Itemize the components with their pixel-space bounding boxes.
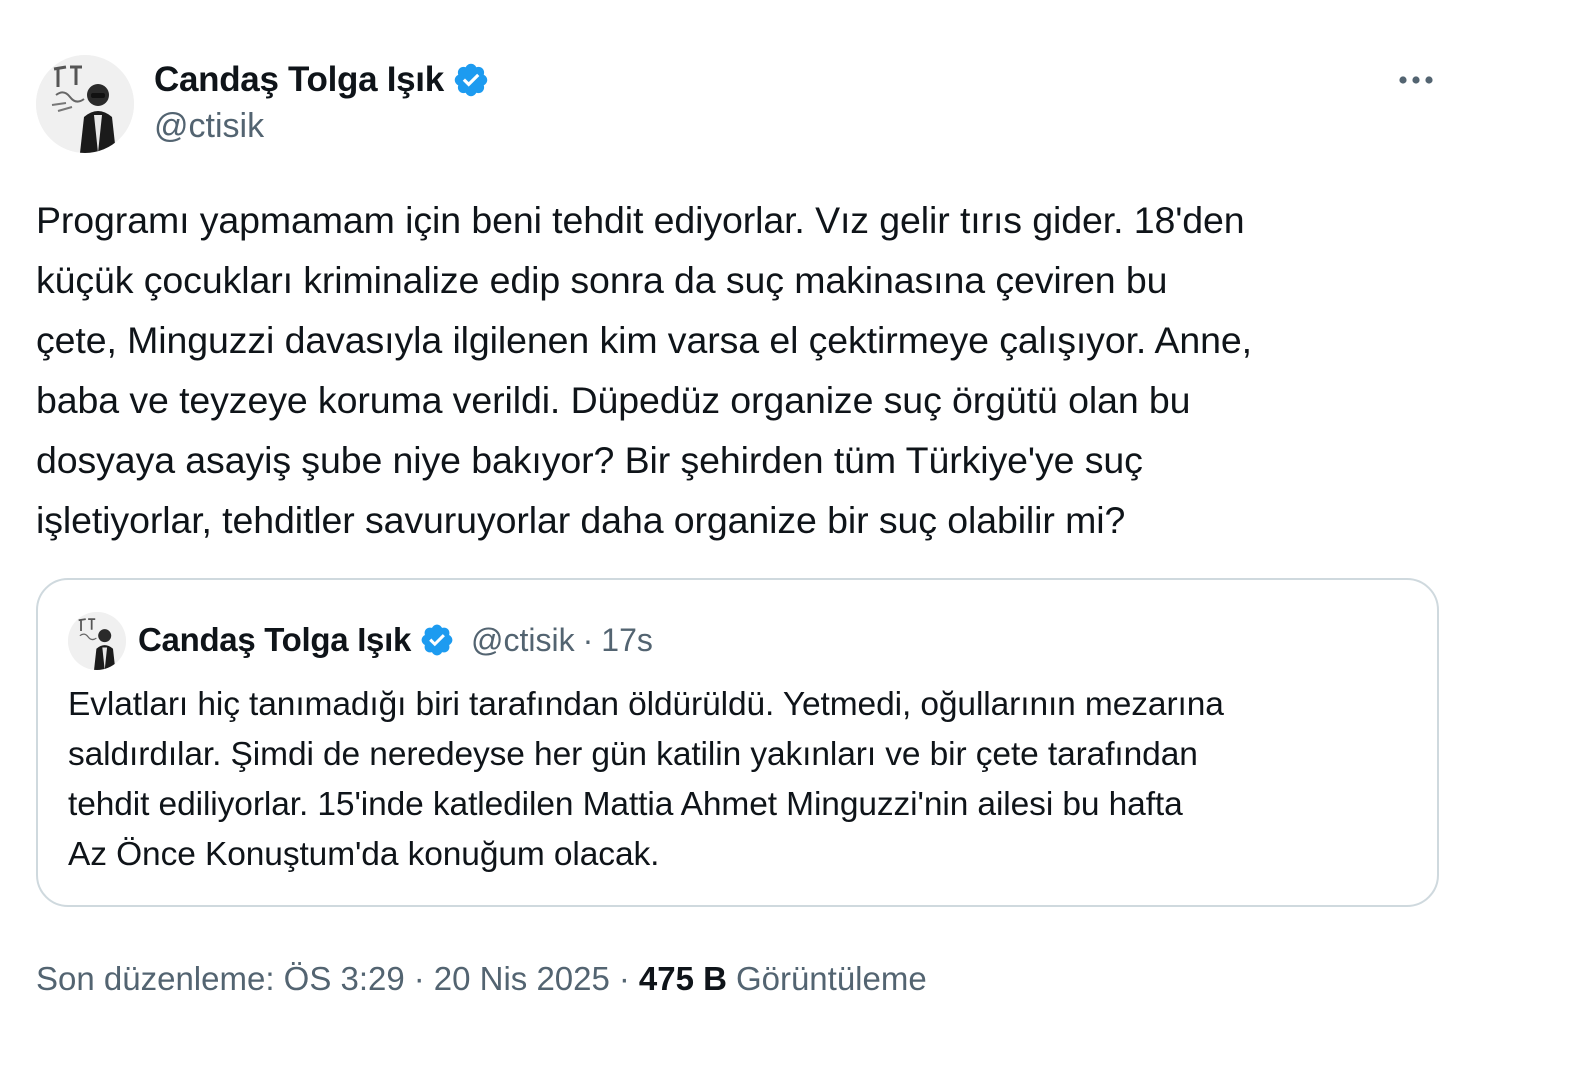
- quoted-timestamp: 17s: [601, 621, 653, 658]
- author-handle[interactable]: @ctisik: [154, 107, 264, 146]
- verified-badge-icon: [454, 63, 488, 97]
- edited-timestamp[interactable]: Son düzenleme: ÖS 3:29: [36, 960, 405, 998]
- avatar-photo-icon: [36, 55, 134, 153]
- author-avatar[interactable]: [36, 55, 134, 153]
- quoted-tweet[interactable]: Candaş Tolga Işık @ctisik · 17s Evlatlar…: [36, 578, 1439, 907]
- quoted-author-avatar: [68, 612, 126, 670]
- tweet-card: Candaş Tolga Işık @ctisik Programı yapma…: [0, 0, 1578, 1080]
- tweet-footer: Son düzenleme: ÖS 3:29 · 20 Nis 2025 · 4…: [36, 956, 927, 1002]
- author-name-row: Candaş Tolga Işık: [154, 58, 490, 102]
- views-label: Görüntüleme: [735, 960, 927, 997]
- verified-badge-icon: [421, 624, 453, 656]
- quoted-meta-separator: ·: [582, 621, 594, 658]
- author-display-name[interactable]: Candaş Tolga Işık: [154, 60, 444, 100]
- quoted-display-name: Candaş Tolga Işık: [138, 621, 412, 658]
- views-count: 475 B: [638, 960, 727, 997]
- footer-separator: ·: [618, 960, 630, 997]
- quoted-header: Candaş Tolga Işık @ctisik · 17s: [138, 618, 653, 662]
- avatar-photo-icon: [68, 612, 126, 670]
- quoted-handle: @ctisik: [471, 621, 575, 658]
- tweet-date[interactable]: 20 Nis 2025: [434, 960, 610, 998]
- more-dots-icon: [1399, 76, 1433, 84]
- quoted-tweet-text: Evlatları hiç tanımadığı biri tarafından…: [68, 686, 1224, 873]
- tweet-text: Programı yapmamam için beni tehdit ediyo…: [36, 199, 1252, 541]
- more-options-button[interactable]: [1392, 60, 1440, 100]
- footer-separator: ·: [413, 960, 425, 997]
